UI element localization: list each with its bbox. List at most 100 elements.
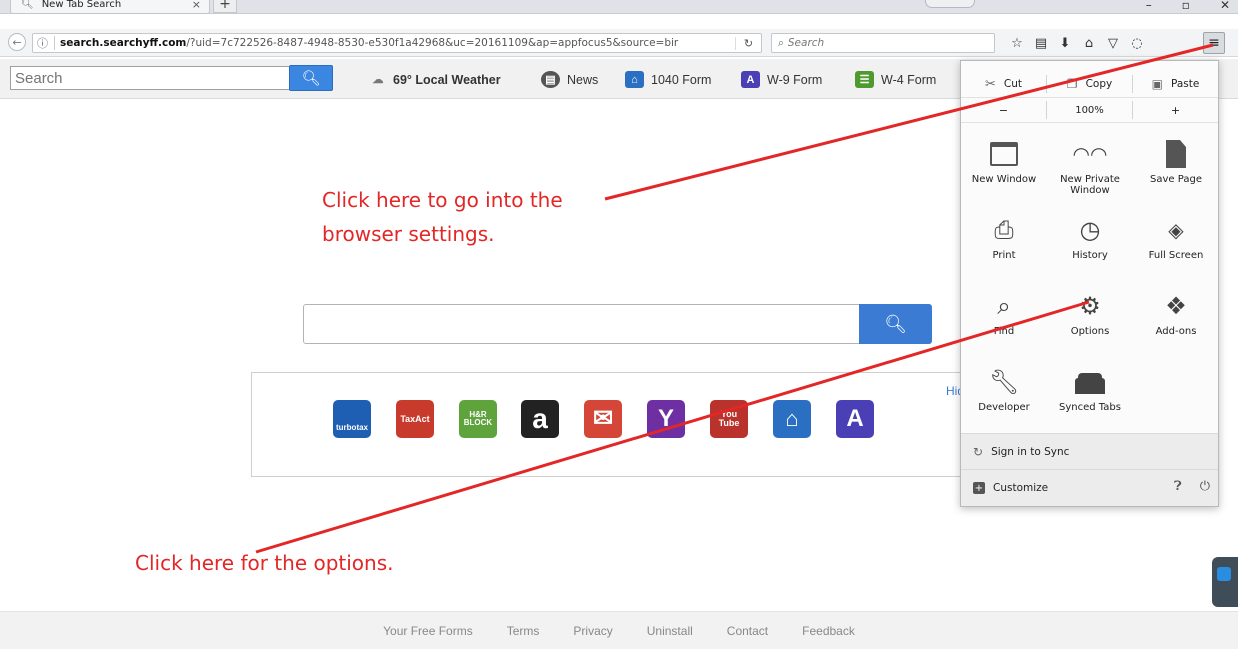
developer-button[interactable]: 🔧︎ Developer <box>961 361 1047 431</box>
bookmark-star-icon[interactable]: ☆ <box>1005 33 1029 53</box>
print-button[interactable]: ⎙ Print <box>961 209 1047 279</box>
info-icon[interactable]: ⓘ <box>37 35 48 51</box>
zoom-reset-button[interactable]: 100% <box>1047 105 1132 116</box>
browser-search-bar[interactable]: ⌕ Search <box>771 33 995 53</box>
new-window-button[interactable]: New Window <box>961 133 1047 203</box>
home-icon[interactable]: ⌂ <box>1077 33 1101 53</box>
hide-shortcuts-link[interactable]: Hide <box>946 384 960 398</box>
url-divider <box>54 36 55 50</box>
url-bar[interactable]: ⓘ search.searchyff.com/?uid=7c722526-848… <box>32 33 762 53</box>
puzzle-icon: ❖ <box>1165 291 1187 320</box>
local-weather-link[interactable]: ☁ 69° Local Weather <box>370 71 501 88</box>
toolbar-search-button[interactable]: 🔍︎ <box>289 65 333 91</box>
minimize-icon[interactable]: – <box>1146 0 1152 12</box>
amazon-label: a <box>532 403 548 434</box>
sync-icon: ↻ <box>973 444 984 459</box>
options-button[interactable]: ⚙ Options <box>1047 285 1133 355</box>
tab-strip: 🔍︎ New Tab Search × + – ▫ ✕ <box>0 0 1238 14</box>
taxact-label: TaxAct <box>400 413 430 424</box>
bookmarks-list-icon[interactable]: ▤ <box>1029 33 1053 53</box>
menu-footer-icons: ❓︎ ⏻ <box>1174 479 1210 494</box>
main-search-button[interactable]: 🔍︎ <box>859 304 932 344</box>
cut-button[interactable]: ✂ Cut <box>961 77 1046 92</box>
shortcut-gmail[interactable]: ✉ <box>584 400 622 438</box>
shortcut-yahoo[interactable]: Y <box>647 400 685 438</box>
options-label: Options <box>1070 326 1110 337</box>
news-label: News <box>567 72 599 87</box>
nav-icons: ☆ ▤ ⬇ ⌂ ▽ ◌ <box>1005 33 1149 53</box>
footer-link-contact[interactable]: Contact <box>727 624 768 638</box>
footer-link-feedback[interactable]: Feedback <box>802 624 855 638</box>
copy-label: Copy <box>1085 78 1113 90</box>
url-host: search.searchyff.com <box>60 37 187 49</box>
zoom-out-button[interactable]: − <box>961 104 1046 117</box>
toolbar-search-input[interactable] <box>10 66 290 90</box>
main-search-input[interactable] <box>303 304 860 344</box>
restore-icon[interactable]: ▫ <box>1182 0 1190 12</box>
shortcut-hr-block[interactable]: H&R BLOCK <box>459 400 497 438</box>
annotation-settings-line1: Click here to go into the <box>322 188 563 212</box>
zoom-controls: − 100% + <box>961 97 1218 123</box>
paste-button[interactable]: ▣ Paste <box>1133 77 1218 91</box>
news-link[interactable]: ▤ News <box>541 71 598 88</box>
form-w9-link[interactable]: A W-9 Form <box>741 71 822 88</box>
tab-title: New Tab Search <box>41 0 122 10</box>
footer-link-uninstall[interactable]: Uninstall <box>647 624 693 638</box>
form-a-icon: A <box>741 71 760 88</box>
history-button[interactable]: ◷ History <box>1047 209 1133 279</box>
shortcut-youtube[interactable]: You Tube <box>710 400 748 438</box>
quit-power-icon[interactable]: ⏻ <box>1200 479 1210 494</box>
hamburger-icon: ≡ <box>1208 35 1220 51</box>
browser-window: 🔍︎ New Tab Search × + – ▫ ✕ ← ⓘ search.s… <box>0 0 1238 649</box>
reload-icon[interactable]: ↻ <box>735 36 761 50</box>
zoom-in-button[interactable]: + <box>1133 104 1218 117</box>
shortcut-bank[interactable]: ⌂ <box>773 400 811 438</box>
extension-icon[interactable]: ◌ <box>1125 33 1149 53</box>
customize-button[interactable]: + Customize ❓︎ ⏻ <box>961 469 1218 506</box>
open-menu-button[interactable]: ≡ <box>1203 32 1225 54</box>
synced-tabs-button[interactable]: Synced Tabs <box>1047 361 1133 431</box>
footer-link-free-forms[interactable]: Your Free Forms <box>383 624 473 638</box>
downloads-icon[interactable]: ⬇ <box>1053 33 1077 53</box>
printer-icon: ⎙ <box>994 215 1014 244</box>
scissors-icon: ✂ <box>984 76 996 92</box>
shortcut-forms[interactable]: A <box>836 400 874 438</box>
add-ons-button[interactable]: ❖ Add-ons <box>1133 285 1219 355</box>
pocket-icon[interactable]: ▽ <box>1101 33 1125 53</box>
close-window-icon[interactable]: ✕ <box>1220 0 1230 12</box>
edit-controls: ✂ Cut ❐ Copy ▣ Paste <box>961 71 1218 97</box>
form-w4-link[interactable]: ☰ W-4 Form <box>855 71 936 88</box>
footer-link-privacy[interactable]: Privacy <box>573 624 612 638</box>
hr-block-label: H&R BLOCK <box>463 410 493 427</box>
form-w9-label: W-9 Form <box>767 72 823 87</box>
laptop-icon <box>1078 365 1102 399</box>
sign-in-to-sync-button[interactable]: ↻ Sign in to Sync <box>961 433 1218 469</box>
form-doc-icon: ☰ <box>855 71 874 88</box>
search-icon: 🔍︎ <box>301 69 321 87</box>
wrench-icon: 🔧︎ <box>988 367 1020 396</box>
new-tab-button[interactable]: + <box>213 0 237 13</box>
save-page-button[interactable]: Save Page <box>1133 133 1219 203</box>
full-screen-button[interactable]: ◈ Full Screen <box>1133 209 1219 279</box>
chat-icon <box>1217 567 1231 581</box>
full-screen-icon: ◈ <box>1168 217 1184 242</box>
form-1040-link[interactable]: ⌂ 1040 Form <box>625 71 711 88</box>
weather-cloud-icon: ☁ <box>372 74 384 86</box>
clipboard-icon: ▣ <box>1151 77 1163 91</box>
shortcut-taxact[interactable]: TaxAct <box>396 400 434 438</box>
tab-close-icon[interactable]: × <box>192 0 201 11</box>
help-icon[interactable]: ❓︎ <box>1174 479 1182 494</box>
footer-link-terms[interactable]: Terms <box>507 624 540 638</box>
customize-label: Customize <box>993 482 1049 494</box>
copy-button[interactable]: ❐ Copy <box>1047 77 1132 91</box>
youtube-label: You Tube <box>718 409 740 428</box>
turbotax-label: turbotax <box>336 423 368 432</box>
tab-new-tab-search[interactable]: 🔍︎ New Tab Search × <box>10 0 210 14</box>
new-private-window-button[interactable]: ◠◠ New Private Window <box>1047 133 1133 203</box>
side-support-widget[interactable] <box>1212 557 1238 607</box>
shortcut-amazon[interactable]: a <box>521 400 559 438</box>
find-button[interactable]: ⌕ Find <box>961 285 1047 355</box>
back-button[interactable]: ← <box>8 33 26 51</box>
bank-icon: ⌂ <box>625 71 644 88</box>
shortcut-turbotax[interactable]: turbotax <box>333 400 371 438</box>
